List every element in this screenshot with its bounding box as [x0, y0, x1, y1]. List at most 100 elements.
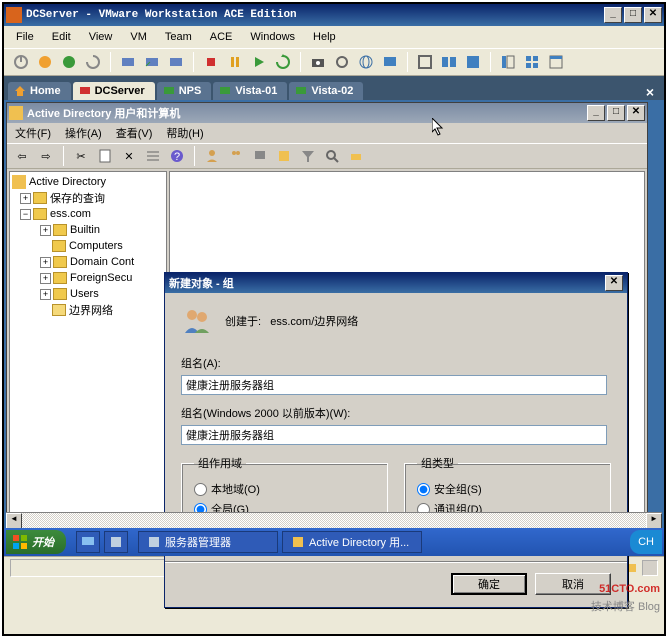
vm-icon [79, 85, 91, 97]
power-off-icon[interactable] [10, 51, 32, 73]
menu-view[interactable]: View [81, 29, 121, 45]
tree-saved[interactable]: 保存的查询 [50, 190, 105, 206]
pause-icon[interactable] [224, 51, 246, 73]
ad-close-button[interactable]: ✕ [627, 105, 645, 121]
tab-nps[interactable]: NPS [157, 82, 212, 100]
forward-icon[interactable]: ⇨ [35, 145, 57, 167]
expand-icon[interactable]: + [40, 225, 51, 236]
expand-icon[interactable]: + [20, 193, 31, 204]
filter-icon[interactable] [297, 145, 319, 167]
minimize-button[interactable]: _ [604, 7, 622, 23]
find-icon[interactable] [321, 145, 343, 167]
ad-menu-help[interactable]: 帮助(H) [160, 123, 209, 143]
tree-domain[interactable]: ess.com [50, 208, 91, 220]
menu-help[interactable]: Help [305, 29, 344, 45]
maximize-button[interactable]: □ [624, 7, 642, 23]
ad-tree[interactable]: Active Directory + 保存的查询 − ess.com + Builti… [9, 171, 167, 547]
group-icon[interactable] [225, 145, 247, 167]
network-icon[interactable] [355, 51, 377, 73]
manage-icon[interactable] [165, 51, 187, 73]
properties-icon[interactable] [94, 145, 116, 167]
menu-windows[interactable]: Windows [242, 29, 303, 45]
menu-ace[interactable]: ACE [202, 29, 241, 45]
ad-menu-file[interactable]: 文件(F) [9, 123, 57, 143]
group-name-input[interactable] [181, 375, 607, 395]
help-icon[interactable]: ? [166, 145, 188, 167]
create-in-path: ess.com/边界网络 [270, 316, 358, 328]
menu-vm[interactable]: VM [122, 29, 155, 45]
guest-hscroll[interactable]: ◄ ► [6, 512, 662, 528]
list-icon[interactable] [142, 145, 164, 167]
expand-icon[interactable]: + [40, 289, 51, 300]
back-icon[interactable]: ⇦ [11, 145, 33, 167]
quicklaunch-2[interactable] [104, 531, 128, 553]
tree-domaincont[interactable]: Domain Cont [70, 256, 134, 268]
menu-file[interactable]: File [8, 29, 42, 45]
vm-tabs: Home DCServer NPS Vista-01 Vista-02 × [4, 76, 664, 100]
add-icon[interactable] [345, 145, 367, 167]
tree-users[interactable]: Users [70, 288, 99, 300]
system-tray[interactable]: CH [630, 530, 662, 554]
tab-dcserver[interactable]: DCServer [73, 82, 155, 100]
scroll-track[interactable] [22, 513, 646, 528]
ad-root-icon [12, 175, 26, 189]
cancel-button[interactable]: 取消 [535, 573, 611, 595]
tab-vista02[interactable]: Vista-02 [289, 82, 363, 100]
sidebar-icon[interactable] [497, 51, 519, 73]
revert-icon[interactable] [141, 51, 163, 73]
ad-menu-view[interactable]: 查看(V) [110, 123, 159, 143]
scope-local-radio[interactable] [194, 483, 207, 496]
snapshot-icon[interactable] [117, 51, 139, 73]
tree-computers[interactable]: Computers [69, 240, 123, 252]
computer-icon[interactable] [249, 145, 271, 167]
ou-icon[interactable] [273, 145, 295, 167]
summary-icon[interactable] [545, 51, 567, 73]
suspend-icon[interactable] [34, 51, 56, 73]
tree-boundary[interactable]: 边界网络 [69, 302, 113, 318]
group-name-label: 组名(A): [181, 355, 611, 371]
display-icon[interactable] [379, 51, 401, 73]
unity-icon[interactable] [462, 51, 484, 73]
quickswitch-icon[interactable] [438, 51, 460, 73]
expand-icon[interactable]: + [40, 273, 51, 284]
delete-icon[interactable]: ✕ [118, 145, 140, 167]
task-server-manager[interactable]: 服务器管理器 [138, 531, 278, 553]
tab-home[interactable]: Home [8, 82, 71, 100]
ad-minimize-button[interactable]: _ [587, 105, 605, 121]
group-name-w2k-input[interactable] [181, 425, 607, 445]
fullscreen-icon[interactable] [414, 51, 436, 73]
stop-icon[interactable] [200, 51, 222, 73]
ad-menu-action[interactable]: 操作(A) [59, 123, 108, 143]
close-button[interactable]: ✕ [644, 7, 662, 23]
scroll-right-icon[interactable]: ► [646, 513, 662, 529]
settings-icon[interactable] [331, 51, 353, 73]
capture-icon[interactable] [307, 51, 329, 73]
user-icon[interactable] [201, 145, 223, 167]
cut-icon[interactable]: ✂ [70, 145, 92, 167]
reset-icon[interactable] [82, 51, 104, 73]
tab-vista01[interactable]: Vista-01 [213, 82, 287, 100]
folder-icon [53, 288, 67, 300]
scroll-left-icon[interactable]: ◄ [6, 513, 22, 529]
tree-root[interactable]: Active Directory [29, 176, 106, 188]
ad-maximize-button[interactable]: □ [607, 105, 625, 121]
thumbnail-icon[interactable] [521, 51, 543, 73]
ime-indicator[interactable]: CH [638, 536, 654, 548]
tree-builtin[interactable]: Builtin [70, 224, 100, 236]
task-ad-users[interactable]: Active Directory 用... [282, 531, 422, 553]
collapse-icon[interactable]: − [20, 209, 31, 220]
menu-edit[interactable]: Edit [44, 29, 79, 45]
dialog-titlebar[interactable]: 新建对象 - 组 ✕ [165, 273, 627, 293]
ok-button[interactable]: 确定 [451, 573, 527, 595]
menu-team[interactable]: Team [157, 29, 200, 45]
type-security-radio[interactable] [417, 483, 430, 496]
restart-icon[interactable] [272, 51, 294, 73]
tree-foreign[interactable]: ForeignSecu [70, 272, 132, 284]
play-icon[interactable] [248, 51, 270, 73]
expand-icon[interactable]: + [40, 257, 51, 268]
dialog-close-button[interactable]: ✕ [605, 275, 623, 291]
tab-close-icon[interactable]: × [640, 84, 660, 100]
start-button[interactable]: 开始 [6, 530, 66, 554]
quicklaunch-1[interactable] [76, 531, 100, 553]
power-on-icon[interactable] [58, 51, 80, 73]
